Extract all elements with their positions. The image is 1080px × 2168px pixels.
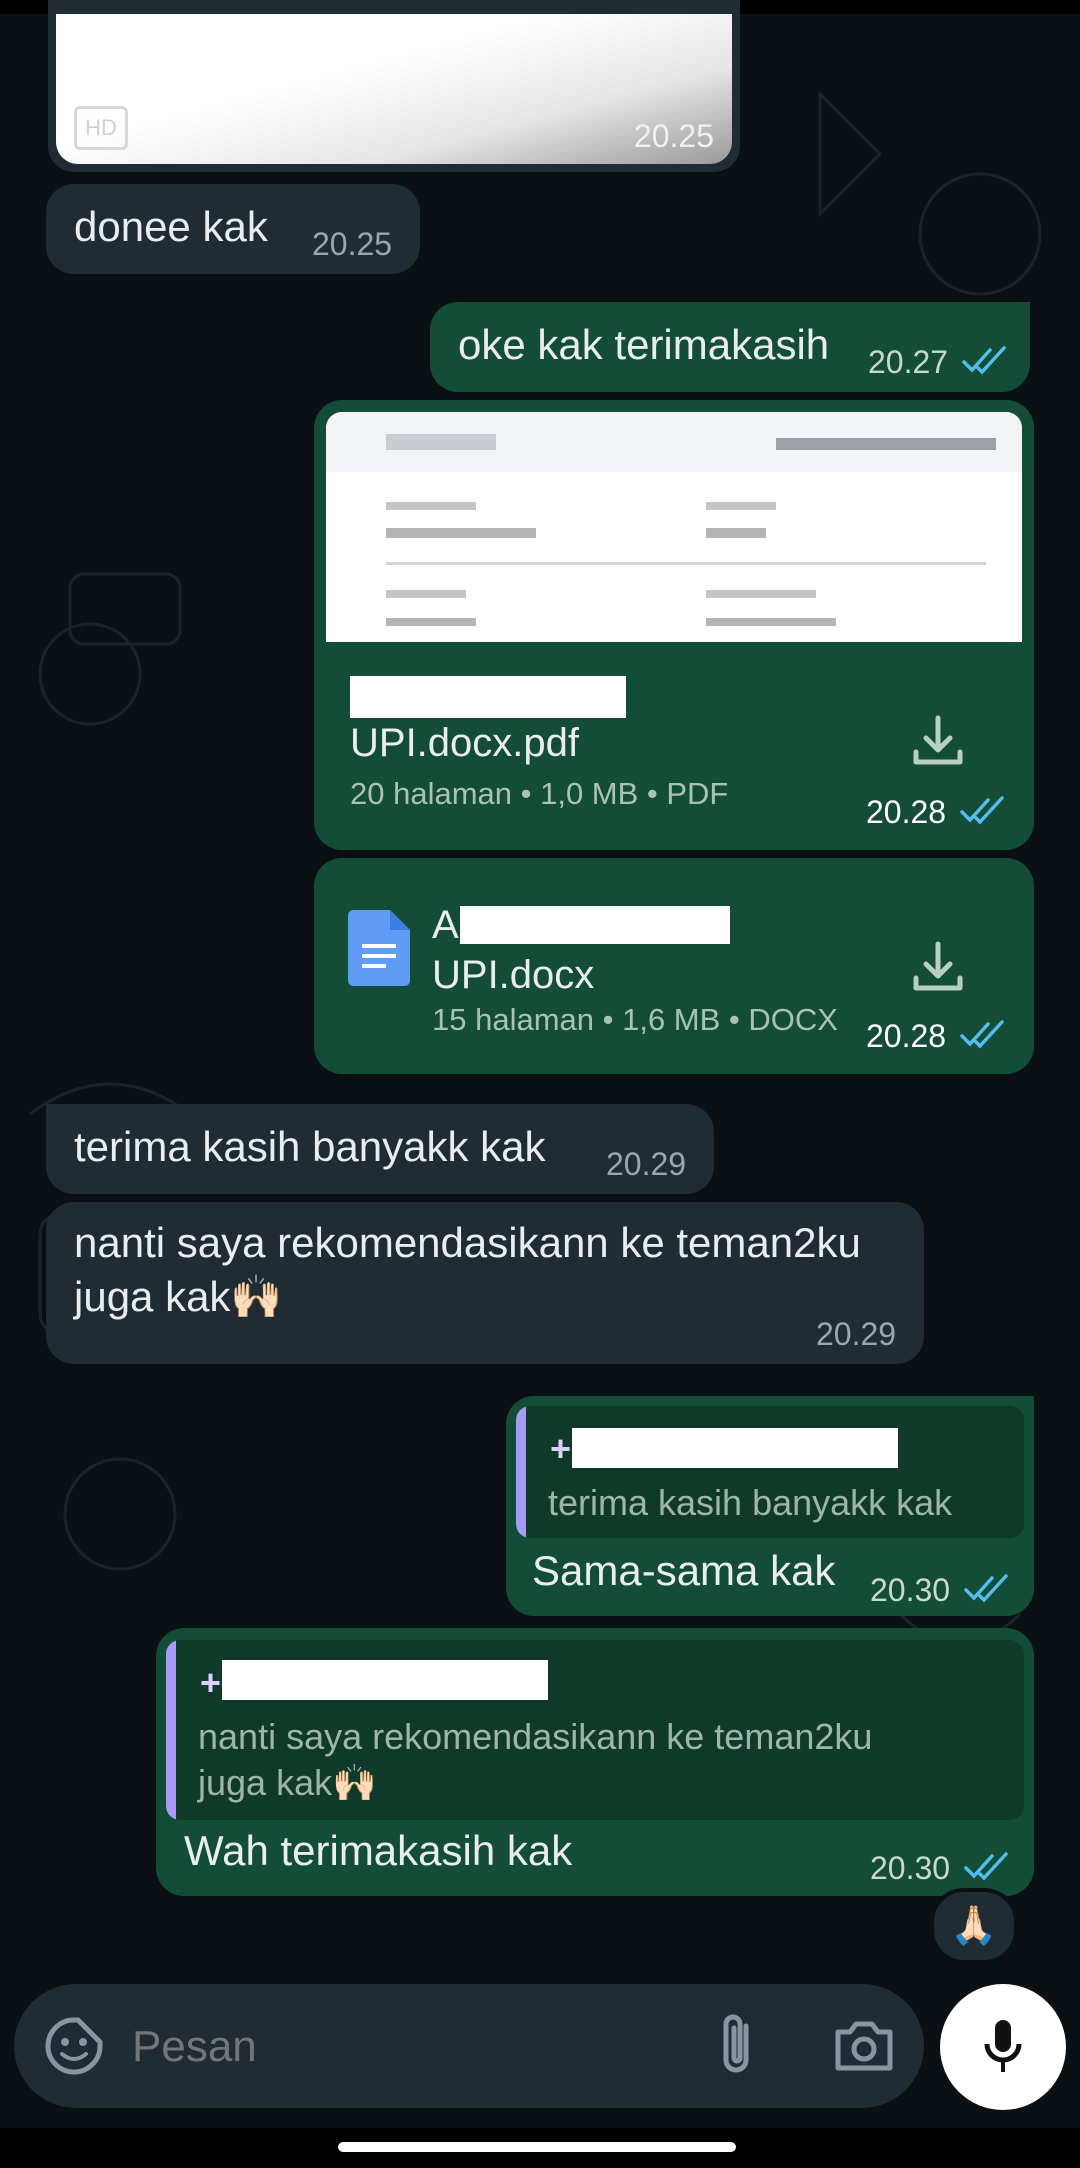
image-message[interactable]: HD 20.25 [48,0,740,172]
double-check-icon [960,796,1004,825]
redacted-sender [222,1660,548,1700]
quote-bar [166,1640,176,1820]
incoming-message[interactable]: donee kak 20.25 [46,184,420,274]
quote-text-line1: nanti saya rekomendasikann ke teman2ku [198,1716,873,1757]
quote-sender: + [200,1662,222,1703]
document-filename: UPI.docx.pdf [350,721,580,765]
double-check-icon [964,1852,1008,1881]
document-filename: UPI.docx [432,953,595,997]
home-indicator[interactable] [338,2142,736,2152]
double-check-icon [964,1574,1008,1603]
reaction-badge[interactable]: 🙏🏻 [930,1888,1018,1964]
camera-icon[interactable] [834,2018,894,2072]
message-time: 20.28 [866,794,947,830]
message-text: terima kasih banyakk kak [74,1123,546,1170]
message-text: Wah terimakasih kak [184,1827,573,1874]
message-text-line1: nanti saya rekomendasikann ke teman2ku [74,1219,861,1266]
document-meta: 15 halaman • 1,6 MB • DOCX [432,1002,838,1037]
quote-text-line2: juga kak🙌🏻 [198,1762,377,1803]
message-time: 20.25 [633,118,714,154]
pdf-preview-content [326,412,1022,626]
document-meta: 20 halaman • 1,0 MB • PDF [350,776,729,811]
quote-bar [516,1406,526,1538]
mic-icon [984,2020,1022,2072]
message-time: 20.28 [866,1018,947,1054]
download-icon[interactable] [910,712,966,768]
sticker-icon[interactable] [44,2016,104,2076]
message-time: 20.25 [312,226,393,262]
quote-sender: + [550,1428,572,1469]
message-time: 20.29 [816,1316,897,1352]
document-message-docx[interactable]: A UPI.docx 15 halaman • 1,6 MB • DOCX 20… [314,858,1034,1074]
outgoing-message[interactable]: oke kak terimakasih 20.27 [430,302,1030,392]
quoted-message[interactable]: + nanti saya rekomendasikann ke teman2ku… [166,1640,1024,1820]
document-message-pdf[interactable]: UPI.docx.pdf 20 halaman • 1,0 MB • PDF 2… [314,400,1034,850]
redacted-filename [350,676,626,718]
incoming-message[interactable]: terima kasih banyakk kak 20.29 [46,1104,714,1194]
message-text: oke kak terimakasih [458,321,830,368]
image-thumbnail[interactable] [56,14,732,164]
message-time: 20.30 [870,1850,951,1886]
redacted-filename [460,906,730,944]
message-time: 20.27 [868,344,949,380]
outgoing-reply-message[interactable]: + nanti saya rekomendasikann ke teman2ku… [156,1628,1034,1896]
document-filename-prefix: A [432,903,459,947]
message-text-line2: juga kak🙌🏻 [74,1273,283,1320]
incoming-message[interactable]: nanti saya rekomendasikann ke teman2ku j… [46,1202,924,1364]
pdf-preview[interactable] [326,412,1022,642]
quoted-message[interactable]: + terima kasih banyakk kak [516,1406,1024,1538]
double-check-icon [962,346,1006,375]
download-icon[interactable] [910,938,966,994]
double-check-icon [960,1020,1004,1049]
outgoing-reply-message[interactable]: + terima kasih banyakk kak Sama-sama kak… [506,1396,1034,1616]
message-time: 20.29 [606,1146,687,1182]
message-composer[interactable] [14,1984,924,2108]
voice-record-button[interactable] [940,1984,1066,2110]
quote-text: terima kasih banyakk kak [548,1482,953,1523]
redacted-sender [572,1428,898,1468]
message-input[interactable] [130,2014,694,2080]
hd-badge: HD [74,106,128,150]
doc-icon [348,910,410,986]
message-text: Sama-sama kak [532,1547,836,1594]
message-time: 20.30 [870,1572,951,1608]
attach-icon[interactable] [714,2012,758,2080]
message-text: donee kak [74,203,268,250]
